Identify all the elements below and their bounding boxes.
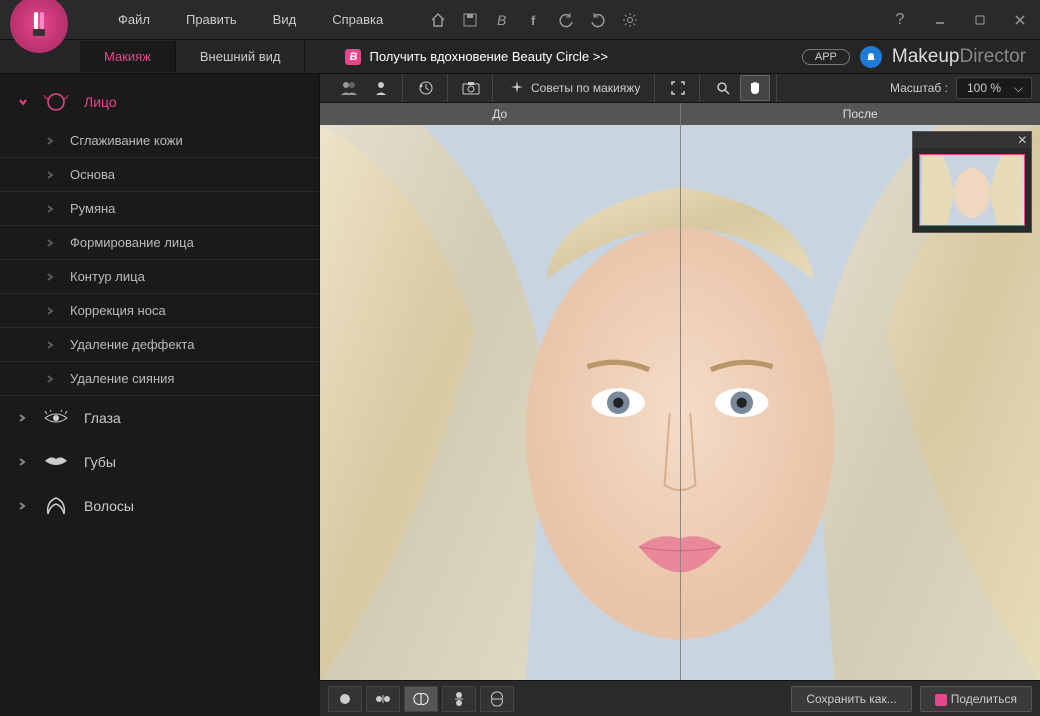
- app-logo: [10, 0, 68, 53]
- category-lips[interactable]: Губы: [0, 440, 319, 484]
- compare-divider[interactable]: [680, 125, 681, 680]
- settings-icon[interactable]: [621, 11, 639, 29]
- category-hair[interactable]: Волосы: [0, 484, 319, 528]
- chevron-right-icon: [46, 136, 56, 146]
- sub-blemish-removal[interactable]: Удаление деффекта: [0, 328, 319, 362]
- main-tabs: Макияж Внешний вид: [80, 41, 305, 72]
- sidebar: Лицо Сглаживание кожи Основа Румяна Форм…: [0, 74, 320, 677]
- save-icon[interactable]: [461, 11, 479, 29]
- chevron-right-icon: [46, 340, 56, 350]
- navigator-panel: ×: [912, 131, 1032, 233]
- promo-b-icon: B: [345, 49, 361, 65]
- menu-edit[interactable]: Править: [168, 6, 255, 33]
- sub-face-shaping[interactable]: Формирование лица: [0, 226, 319, 260]
- zoom-control: Масштаб : 100 %: [890, 77, 1032, 99]
- chevron-right-icon: [46, 238, 56, 248]
- sub-blush[interactable]: Румяна: [0, 192, 319, 226]
- fullscreen-icon[interactable]: [663, 75, 693, 101]
- sub-shine-removal[interactable]: Удаление сияния: [0, 362, 319, 396]
- chevron-right-icon: [18, 501, 28, 511]
- chevron-right-icon: [18, 413, 28, 423]
- sub-face-contour[interactable]: Контур лица: [0, 260, 319, 294]
- main: Лицо Сглаживание кожи Основа Румяна Форм…: [0, 74, 1040, 677]
- navigator-thumbnail[interactable]: [919, 154, 1025, 226]
- view-split-horizontal-icon[interactable]: [480, 686, 514, 712]
- notifications-icon[interactable]: [860, 46, 882, 68]
- chevron-right-icon: [46, 374, 56, 384]
- facebook-icon[interactable]: f: [525, 11, 543, 29]
- app-title: MakeupDirector: [892, 46, 1026, 68]
- svg-text:f: f: [531, 13, 536, 28]
- secondbar: Макияж Внешний вид B Получить вдохновени…: [0, 40, 1040, 74]
- view-mode-bar: Сохранить как... Поделиться: [320, 680, 1040, 716]
- camera-icon[interactable]: [456, 75, 486, 101]
- canvas-toolbar: Советы по макияжу Масштаб : 100 %: [320, 74, 1040, 103]
- view-top-bottom-dots-icon[interactable]: [442, 686, 476, 712]
- navigator-close-icon[interactable]: ×: [913, 132, 1031, 148]
- makeup-tips-button[interactable]: Советы по макияжу: [501, 80, 648, 96]
- title-icon-row: B f: [429, 11, 639, 29]
- view-side-dots-icon[interactable]: [366, 686, 400, 712]
- chevron-right-icon: [46, 204, 56, 214]
- category-eyes-label: Глаза: [84, 410, 121, 426]
- face-icon: [42, 92, 70, 112]
- home-icon[interactable]: [429, 11, 447, 29]
- sub-skin-smoothing[interactable]: Сглаживание кожи: [0, 124, 319, 158]
- zoom-select[interactable]: 100 %: [956, 77, 1032, 99]
- chevron-right-icon: [46, 170, 56, 180]
- zoom-label: Масштаб :: [890, 81, 948, 95]
- hair-icon: [42, 496, 70, 516]
- pan-hand-icon[interactable]: [740, 75, 770, 101]
- undo-icon[interactable]: [557, 11, 575, 29]
- share-button[interactable]: Поделиться: [920, 686, 1032, 712]
- promo-text: Получить вдохновение Beauty Circle >>: [369, 49, 607, 64]
- before-label: До: [320, 103, 681, 125]
- sub-foundation[interactable]: Основа: [0, 158, 319, 192]
- chevron-right-icon: [46, 272, 56, 282]
- svg-text:B: B: [497, 12, 506, 28]
- before-after-labels: До После: [320, 103, 1040, 125]
- main-menu: Файл Править Вид Справка: [100, 6, 401, 33]
- lips-icon: [42, 452, 70, 472]
- menu-view[interactable]: Вид: [255, 6, 315, 33]
- share-icon: [935, 694, 947, 706]
- tab-look[interactable]: Внешний вид: [176, 41, 306, 72]
- sub-nose-correction[interactable]: Коррекция носа: [0, 294, 319, 328]
- menu-help[interactable]: Справка: [314, 6, 401, 33]
- eyes-icon: [42, 408, 70, 428]
- maximize-button[interactable]: [960, 5, 1000, 35]
- category-lips-label: Губы: [84, 454, 116, 470]
- chevron-right-icon: [18, 457, 28, 467]
- category-eyes[interactable]: Глаза: [0, 396, 319, 440]
- window-controls: ?: [880, 5, 1040, 35]
- after-label: После: [681, 103, 1040, 125]
- close-button[interactable]: [1000, 5, 1040, 35]
- save-as-button[interactable]: Сохранить как...: [791, 686, 911, 712]
- minimize-button[interactable]: [920, 5, 960, 35]
- view-single-icon[interactable]: [328, 686, 362, 712]
- chevron-down-icon: [18, 97, 28, 107]
- redo-icon[interactable]: [589, 11, 607, 29]
- canvas-wrap: До После: [320, 103, 1040, 716]
- titlebar: Файл Править Вид Справка B f ?: [0, 0, 1040, 40]
- history-icon[interactable]: [411, 75, 441, 101]
- promo-link[interactable]: B Получить вдохновение Beauty Circle >>: [345, 49, 607, 65]
- category-face[interactable]: Лицо: [0, 80, 319, 124]
- menu-file[interactable]: Файл: [100, 6, 168, 33]
- app-button[interactable]: APP: [802, 49, 850, 65]
- help-button[interactable]: ?: [880, 5, 920, 35]
- chevron-right-icon: [46, 306, 56, 316]
- canvas[interactable]: ×: [320, 125, 1040, 680]
- tab-makeup[interactable]: Макияж: [80, 41, 176, 72]
- category-hair-label: Волосы: [84, 498, 134, 514]
- people-icon[interactable]: [334, 75, 364, 101]
- view-split-vertical-icon[interactable]: [404, 686, 438, 712]
- single-person-icon[interactable]: [366, 75, 396, 101]
- footer-buttons: Сохранить как... Поделиться: [791, 686, 1032, 712]
- category-face-label: Лицо: [84, 94, 117, 110]
- workarea: Советы по макияжу Масштаб : 100 % До Пос…: [320, 74, 1040, 677]
- zoom-icon[interactable]: [708, 75, 738, 101]
- sparkle-icon: [509, 80, 525, 96]
- beauty-b-icon[interactable]: B: [493, 11, 511, 29]
